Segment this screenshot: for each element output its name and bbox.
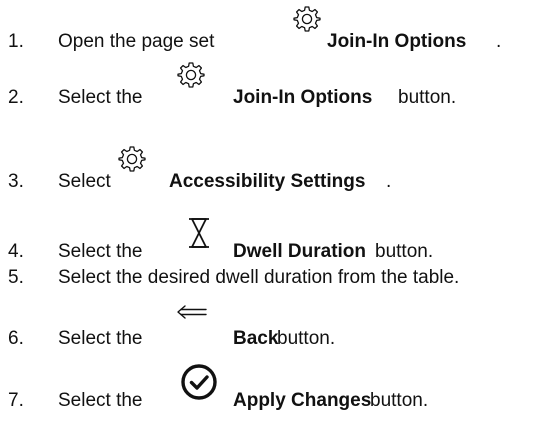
step-text: Select the bbox=[58, 241, 143, 262]
option-name: Join-In Options bbox=[233, 87, 373, 108]
step-number: 2. bbox=[8, 87, 24, 108]
step-suffix: button. bbox=[375, 241, 434, 262]
step-suffix: button. bbox=[277, 328, 336, 349]
step-suffix: . bbox=[496, 31, 502, 52]
step-number: 4. bbox=[8, 241, 24, 262]
step-text: Select the bbox=[58, 328, 143, 349]
step-6: 6. Select the Back button. bbox=[0, 305, 558, 353]
gear-icon bbox=[118, 146, 146, 172]
step-suffix: . bbox=[386, 171, 392, 192]
step-number: 6. bbox=[8, 328, 24, 349]
step-number: 1. bbox=[8, 31, 24, 52]
step-text: Open the page set bbox=[58, 31, 215, 52]
step-text: Select bbox=[58, 171, 111, 192]
hourglass-icon bbox=[189, 218, 209, 248]
check-circle-icon bbox=[181, 364, 217, 400]
step-4: 4. Select the Dwell Duration button. bbox=[0, 218, 558, 266]
step-text: Select the desired dwell duration from t… bbox=[58, 267, 460, 288]
option-name: Apply Changes bbox=[233, 390, 372, 411]
step-number: 3. bbox=[8, 171, 24, 192]
step-text: Select the bbox=[58, 390, 143, 411]
option-name: Dwell Duration bbox=[233, 241, 367, 262]
step-suffix: button. bbox=[398, 87, 457, 108]
option-name: Accessibility Settings bbox=[169, 171, 366, 192]
step-3: 3. Select Accessibility Settings . bbox=[0, 146, 558, 196]
step-5: 5. Select the desired dwell duration fro… bbox=[0, 264, 558, 292]
step-text: Select the bbox=[58, 87, 143, 108]
option-name: Join-In Options bbox=[327, 31, 467, 52]
step-suffix: button. bbox=[370, 390, 429, 411]
gear-icon bbox=[177, 62, 205, 88]
step-number: 7. bbox=[8, 390, 24, 411]
back-arrow-icon bbox=[177, 305, 207, 319]
step-7: 7. Select the Apply Changes button. bbox=[0, 364, 558, 415]
gear-icon bbox=[293, 6, 321, 32]
step-2: 2. Select the Join-In Options button. bbox=[0, 62, 558, 112]
step-1: 1. Open the page set Join-In Options . bbox=[0, 6, 558, 56]
option-name: Back bbox=[233, 328, 279, 349]
step-number: 5. bbox=[8, 267, 24, 288]
